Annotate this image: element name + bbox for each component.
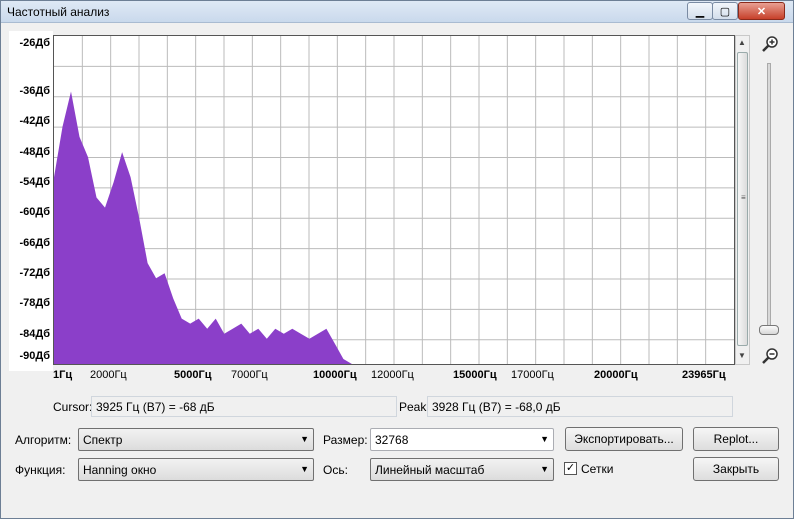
y-tick-label: -90Дб (19, 350, 50, 362)
chevron-down-icon: ▼ (300, 434, 309, 444)
scroll-thumb[interactable]: ≡ (737, 52, 748, 346)
y-tick-label: -66Дб (19, 237, 50, 249)
title-bar[interactable]: Частотный анализ ▁ ▢ ✕ (1, 1, 793, 23)
algorithm-value: Спектр (83, 433, 123, 447)
y-tick-label: -26Дб (19, 37, 50, 49)
algorithm-select[interactable]: Спектр ▼ (78, 428, 314, 451)
maximize-button[interactable]: ▢ (712, 2, 738, 20)
spectrum-plot[interactable] (53, 35, 735, 365)
x-tick-label: 23965Гц (682, 369, 726, 381)
grids-checkbox[interactable]: ✓ (564, 462, 577, 475)
zoom-slider-track[interactable] (767, 63, 771, 333)
zoom-out-icon[interactable] (761, 347, 779, 365)
scroll-up-icon[interactable]: ▲ (738, 38, 746, 47)
x-axis: 1Гц 2000Гц 5000Гц 7000Гц 10000Гц 12000Гц 15000… (53, 367, 753, 387)
grip-icon: ≡ (741, 193, 746, 202)
y-tick-label: -78Дб (19, 297, 50, 309)
spectrum-svg (54, 36, 734, 364)
x-tick-label: 15000Гц (453, 369, 497, 381)
peak-readout: 3928 Гц (B7) = -68,0 дБ (427, 396, 733, 417)
function-label: Функция: (15, 463, 66, 477)
x-tick-label: 7000Гц (231, 369, 268, 381)
y-tick-label: -48Дб (19, 146, 50, 158)
y-tick-label: -42Дб (19, 115, 50, 127)
axis-value: Линейный масштаб (375, 463, 485, 477)
grids-label: Сетки (581, 462, 614, 476)
y-tick-label: -84Дб (19, 328, 50, 340)
y-tick-label: -54Дб (19, 176, 50, 188)
x-tick-label: 17000Гц (511, 369, 554, 381)
size-select[interactable]: 32768 ▼ (370, 428, 554, 451)
replot-button[interactable]: Replot... (693, 427, 779, 451)
frequency-analysis-window: Частотный анализ ▁ ▢ ✕ -26Дб -36Дб -42Дб -4… (0, 0, 794, 519)
close-button[interactable]: Закрыть (693, 457, 779, 481)
x-tick-label: 5000Гц (174, 369, 212, 381)
y-axis: -26Дб -36Дб -42Дб -48Дб -54Дб -60Дб -66Дб -72Дб… (9, 31, 53, 371)
x-tick-label: 12000Гц (371, 369, 414, 381)
peak-label: Peak: (399, 400, 430, 414)
function-value: Hanning окно (83, 463, 157, 477)
size-value: 32768 (375, 433, 409, 447)
algorithm-label: Алгоритм: (15, 433, 72, 447)
x-tick-label: 10000Гц (313, 369, 357, 381)
minimize-button[interactable]: ▁ (687, 2, 713, 20)
chevron-down-icon: ▼ (300, 464, 309, 474)
cursor-label: Cursor: (53, 400, 93, 414)
cursor-readout: 3925 Гц (B7) = -68 дБ (91, 396, 397, 417)
vertical-scrollbar[interactable]: ▲ ≡ ▼ (735, 35, 750, 365)
y-tick-label: -72Дб (19, 267, 50, 279)
zoom-in-icon[interactable] (761, 35, 779, 53)
chevron-down-icon: ▼ (540, 434, 549, 444)
chevron-down-icon: ▼ (540, 464, 549, 474)
axis-label: Ось: (323, 463, 348, 477)
window-title: Частотный анализ (7, 5, 110, 19)
close-window-button[interactable]: ✕ (738, 2, 785, 20)
y-tick-label: -36Дб (19, 85, 50, 97)
scroll-down-icon[interactable]: ▼ (738, 351, 746, 360)
zoom-slider-thumb[interactable] (759, 325, 779, 335)
size-label: Размер: (323, 433, 368, 447)
x-tick-label: 20000Гц (594, 369, 638, 381)
y-tick-label: -60Дб (19, 206, 50, 218)
window-function-select[interactable]: Hanning окно ▼ (78, 458, 314, 481)
export-button[interactable]: Экспортировать... (565, 427, 683, 451)
x-tick-label: 1Гц (53, 369, 73, 381)
axis-scale-select[interactable]: Линейный масштаб ▼ (370, 458, 554, 481)
x-tick-label: 2000Гц (90, 369, 127, 381)
